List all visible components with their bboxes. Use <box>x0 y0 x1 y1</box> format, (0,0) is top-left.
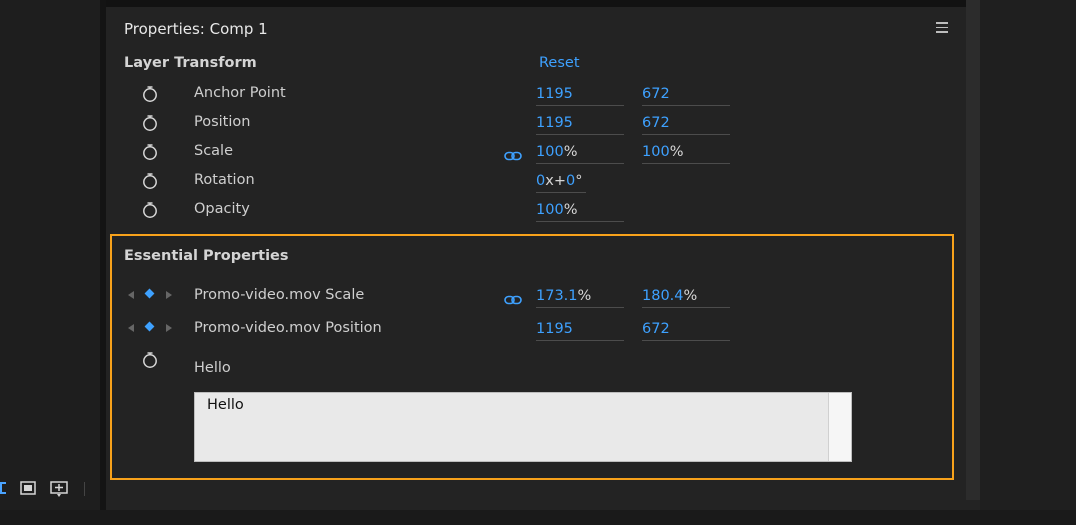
text-property-value[interactable]: Hello <box>207 397 244 413</box>
scale-x-field[interactable]: 100% <box>536 143 624 164</box>
position-label: Position <box>194 114 251 130</box>
left-panel <box>0 0 100 510</box>
stopwatch-icon[interactable] <box>142 143 158 161</box>
next-keyframe-icon[interactable] <box>166 291 172 299</box>
add-keyframe-icon[interactable] <box>144 321 155 332</box>
constrain-proportions-link-icon[interactable] <box>504 290 522 305</box>
stopwatch-icon[interactable] <box>142 172 158 190</box>
export-frame-icon[interactable] <box>50 480 68 497</box>
next-keyframe-icon[interactable] <box>166 324 172 332</box>
left-toolbar <box>0 474 100 504</box>
promo-position-label: Promo-video.mov Position <box>194 320 382 336</box>
promo-scale-label: Promo-video.mov Scale <box>194 287 365 303</box>
constrain-proportions-link-icon[interactable] <box>504 146 522 161</box>
stopwatch-icon[interactable] <box>142 201 158 219</box>
text-property-label: Hello <box>194 360 231 376</box>
promo-scale-y-field[interactable]: 180.4% <box>642 287 730 308</box>
text-area-scrollbar[interactable] <box>828 393 851 461</box>
properties-panel: Properties: Comp 1 Layer Transform Reset… <box>106 0 966 510</box>
opacity-label: Opacity <box>194 201 250 217</box>
essential-properties-title: Essential Properties <box>124 248 289 264</box>
keyframe-navigator <box>128 321 178 334</box>
promo-position-x-field[interactable]: 1195 <box>536 320 624 341</box>
bracket-icon[interactable] <box>0 480 16 496</box>
frame-icon[interactable] <box>20 480 36 496</box>
add-keyframe-icon[interactable] <box>144 288 155 299</box>
stopwatch-icon[interactable] <box>142 114 158 132</box>
scale-label: Scale <box>194 143 234 159</box>
app-window: Properties: Comp 1 Layer Transform Reset… <box>0 0 1076 525</box>
previous-keyframe-icon[interactable] <box>128 324 134 332</box>
panel-scrollbar[interactable] <box>966 0 980 500</box>
rotation-field[interactable]: 0x+0° <box>536 172 586 193</box>
promo-scale-x-field[interactable]: 173.1% <box>536 287 624 308</box>
promo-position-y-field[interactable]: 672 <box>642 320 730 341</box>
toolbar-separator <box>84 482 85 496</box>
position-y-field[interactable]: 672 <box>642 114 730 135</box>
layer-transform-title: Layer Transform <box>124 55 257 71</box>
keyframe-navigator <box>128 288 178 301</box>
reset-button[interactable]: Reset <box>539 55 580 71</box>
panel-top-edge <box>106 0 966 7</box>
rotation-label: Rotation <box>194 172 255 188</box>
opacity-field[interactable]: 100% <box>536 201 624 222</box>
scale-y-field[interactable]: 100% <box>642 143 730 164</box>
anchor-point-x-field[interactable]: 1195 <box>536 85 624 106</box>
right-panel <box>980 0 1076 510</box>
panel-menu-icon[interactable] <box>936 22 948 34</box>
stopwatch-icon[interactable] <box>142 351 158 369</box>
anchor-point-y-field[interactable]: 672 <box>642 85 730 106</box>
position-x-field[interactable]: 1195 <box>536 114 624 135</box>
anchor-point-label: Anchor Point <box>194 85 286 101</box>
stopwatch-icon[interactable] <box>142 85 158 103</box>
bottom-bar <box>0 510 1076 525</box>
text-property-input[interactable]: Hello <box>194 392 852 462</box>
previous-keyframe-icon[interactable] <box>128 291 134 299</box>
panel-title: Properties: Comp 1 <box>124 20 268 38</box>
